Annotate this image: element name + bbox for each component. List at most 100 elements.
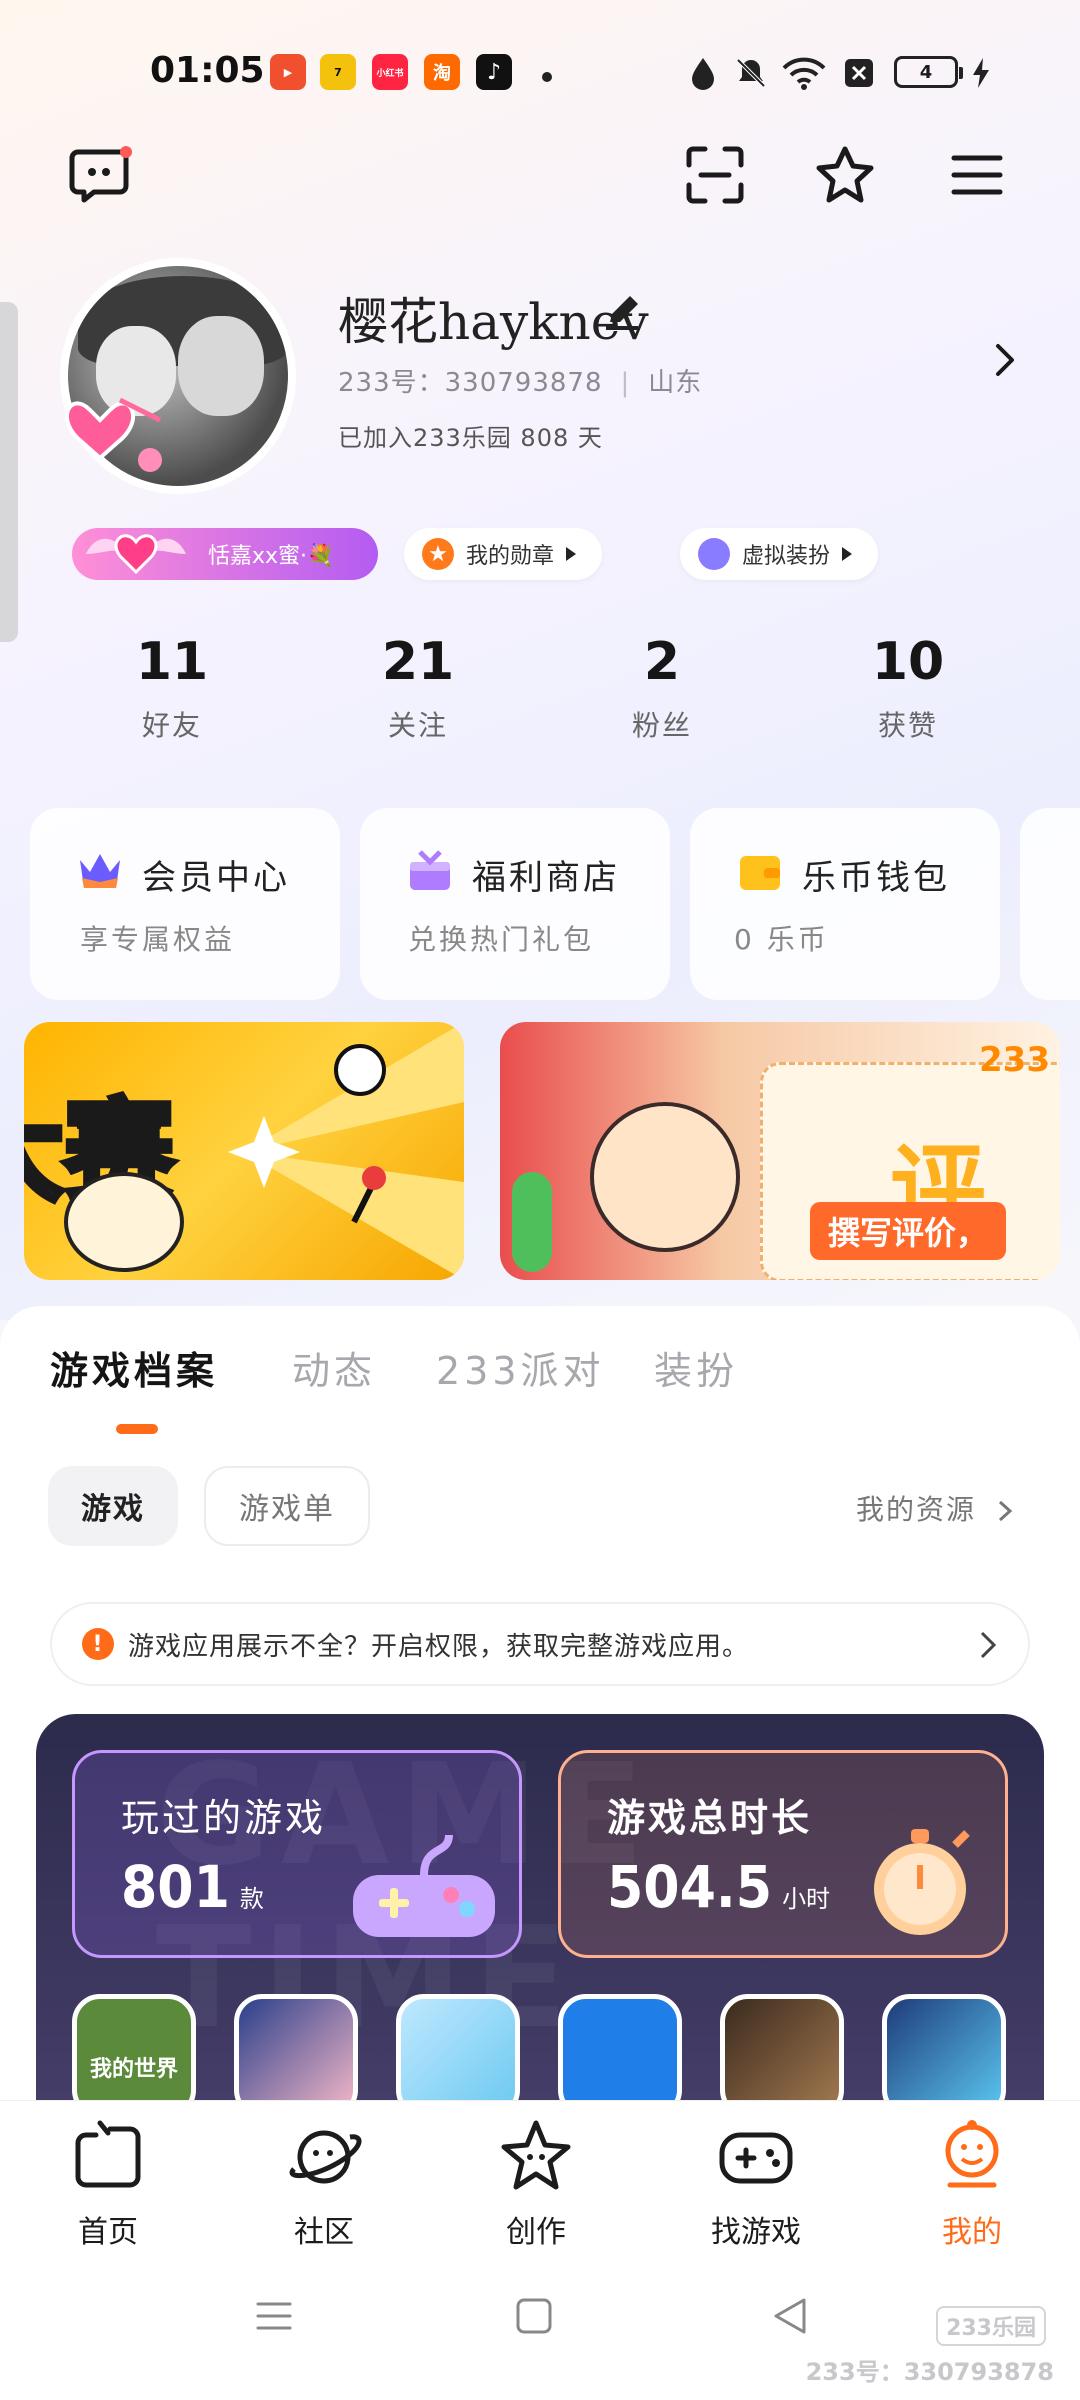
messages-button[interactable] xyxy=(66,140,136,210)
home-icon xyxy=(75,2120,141,2188)
chibi-laptop-character-image xyxy=(590,1102,740,1252)
tab-game-archive[interactable]: 游戏档案 xyxy=(50,1340,218,1395)
vip-center-card[interactable]: 会员中心 享专属权益 xyxy=(30,808,340,1000)
my-resources-link[interactable]: 我的资源 xyxy=(856,1488,1015,1528)
game-icon-minecraft[interactable]: 我的世界 xyxy=(72,1994,196,2100)
game-stats-panel: GAME TIME 玩过的游戏 801 款 游戏总时长 504.5 小时 我的世界 xyxy=(36,1714,1044,2100)
nav-find-games[interactable]: 找游戏 xyxy=(676,2119,836,2251)
games-played-value: 801 xyxy=(121,1853,230,1921)
more-card-peek[interactable] xyxy=(1020,808,1080,1000)
gamepad-icon xyxy=(719,2132,793,2184)
nav-home[interactable]: 首页 xyxy=(28,2119,188,2251)
vip-nameplate-text: 恬嘉xx蜜·💐 xyxy=(208,544,335,569)
avatar-face-right xyxy=(178,316,264,416)
star-face-icon xyxy=(501,2120,571,2190)
nav-find-games-label: 找游戏 xyxy=(711,2215,801,2250)
status-time: 01:05 xyxy=(150,50,265,91)
nav-me[interactable]: 我的 xyxy=(892,2119,1052,2251)
tab-outfit[interactable]: 装扮 xyxy=(654,1340,738,1395)
lebi-wallet-title: 乐币钱包 xyxy=(802,858,950,898)
mute-bell-icon xyxy=(736,58,766,88)
play-triangle-icon xyxy=(842,547,853,561)
nav-community[interactable]: 社区 xyxy=(244,2119,404,2251)
my-medals-label: 我的勋章 xyxy=(466,544,555,569)
game-icon-toca-world[interactable] xyxy=(396,1994,520,2100)
review-banner[interactable]: 评测 撰写评价， 233 xyxy=(500,1022,1060,1280)
chip-games[interactable]: 游戏 xyxy=(48,1466,178,1546)
permission-notice[interactable]: ! 游戏应用展示不全？开启权限，获取完整游戏应用。 xyxy=(50,1602,1030,1686)
total-play-time-unit: 小时 xyxy=(782,1885,831,1913)
lebi-wallet-card[interactable]: 乐币钱包 0 乐币 xyxy=(690,808,1000,1000)
total-play-time-card[interactable]: 游戏总时长 504.5 小时 xyxy=(558,1750,1008,1958)
stat-likes-value: 10 xyxy=(871,632,945,692)
tab-233-party[interactable]: 233派对 xyxy=(436,1340,605,1395)
watermark-logo: 233乐园 xyxy=(936,2306,1046,2346)
stat-friends[interactable]: 11 好友 xyxy=(72,632,272,744)
review-banner-corner: 233 xyxy=(979,1040,1050,1080)
game-icon-pubg[interactable] xyxy=(720,1994,844,2100)
vip-nameplate[interactable]: 恬嘉xx蜜·💐 xyxy=(72,528,378,580)
recent-apps-icon[interactable] xyxy=(254,2296,294,2336)
crown-icon xyxy=(80,854,120,888)
welfare-store-card[interactable]: 福利商店 兑换热门礼包 xyxy=(360,808,670,1000)
game-icon-sakura-school[interactable] xyxy=(234,1994,358,2100)
welfare-store-subtitle: 兑换热门礼包 xyxy=(408,923,595,956)
favorites-button[interactable] xyxy=(810,140,880,210)
games-played-title: 玩过的游戏 xyxy=(121,1796,327,1840)
menu-button[interactable] xyxy=(942,140,1012,210)
games-played-value-row: 801 款 xyxy=(121,1853,264,1921)
permission-notice-text: 游戏应用展示不全？开启权限，获取完整游戏应用。 xyxy=(128,1631,750,1662)
stat-likes[interactable]: 10 获赞 xyxy=(808,632,1008,744)
taobao-app-icon: 淘 xyxy=(424,54,460,90)
lebi-wallet-subtitle: 0 乐币 xyxy=(734,923,829,956)
scan-button[interactable] xyxy=(680,140,750,210)
status-bar: 01:05 ▶ 7 小红书 淘 ♪ 4 xyxy=(0,40,1080,104)
chibi-character-image xyxy=(64,1172,184,1272)
chevron-right-icon[interactable] xyxy=(990,340,1020,380)
total-play-time-value: 504.5 xyxy=(607,1853,773,1921)
active-tab-indicator xyxy=(116,1424,158,1434)
gift-icon xyxy=(410,850,450,890)
nav-community-label: 社区 xyxy=(294,2215,354,2250)
watermark-id: 233号：330793878 xyxy=(805,2358,1054,2386)
meta-separator: | xyxy=(620,368,631,398)
nav-home-label: 首页 xyxy=(78,2215,138,2250)
contest-banner[interactable]: 大赛 xyxy=(24,1022,464,1280)
total-play-time-value-row: 504.5 小时 xyxy=(607,1853,830,1921)
welfare-store-title: 福利商店 xyxy=(472,858,620,898)
games-played-card[interactable]: 玩过的游戏 801 款 xyxy=(72,1750,522,1958)
heart-frame-decoration-icon xyxy=(64,397,162,472)
back-triangle-icon[interactable] xyxy=(770,2296,810,2336)
nav-me-label: 我的 xyxy=(942,2215,1002,2250)
tab-activity[interactable]: 动态 xyxy=(292,1340,376,1395)
smiley-person-icon xyxy=(945,2120,999,2188)
game-icon-builder[interactable] xyxy=(558,1994,682,2100)
games-played-unit: 款 xyxy=(239,1885,264,1913)
bottom-nav: 首页 社区 创作 找游戏 我的 xyxy=(0,2100,1080,2250)
chevron-right-icon xyxy=(998,1500,1013,1522)
warning-icon: ! xyxy=(82,1628,114,1660)
side-drawer-handle[interactable] xyxy=(0,302,18,642)
edit-pencil-icon[interactable] xyxy=(602,292,642,332)
chip-game-list[interactable]: 游戏单 xyxy=(204,1466,370,1546)
stat-following[interactable]: 21 关注 xyxy=(318,632,518,744)
vip-center-title: 会员中心 xyxy=(142,858,290,898)
charging-icon xyxy=(973,58,989,88)
stat-fans[interactable]: 2 粉丝 xyxy=(562,632,762,744)
wifi-icon xyxy=(782,57,826,90)
my-medals-button[interactable]: ★ 我的勋章 xyxy=(404,528,603,580)
tiktok-app-icon: ♪ xyxy=(476,54,512,90)
virtual-outfit-label: 虚拟装扮 xyxy=(742,544,831,569)
video-app-icon: ▶ xyxy=(270,54,306,90)
home-square-icon[interactable] xyxy=(514,2296,554,2336)
game-icon-toca-life[interactable] xyxy=(882,1994,1006,2100)
nav-create[interactable]: 创作 xyxy=(456,2119,616,2251)
notification-dot-icon xyxy=(542,72,552,82)
stat-fans-value: 2 xyxy=(643,632,681,692)
virtual-outfit-button[interactable]: 虚拟装扮 xyxy=(680,528,879,580)
gamepad-icon xyxy=(353,1834,495,1937)
planet-icon xyxy=(289,2130,362,2184)
water-drop-icon xyxy=(692,58,714,90)
game-icon-minecraft-label: 我的世界 xyxy=(89,2057,178,2082)
stat-following-label: 关注 xyxy=(387,709,448,742)
